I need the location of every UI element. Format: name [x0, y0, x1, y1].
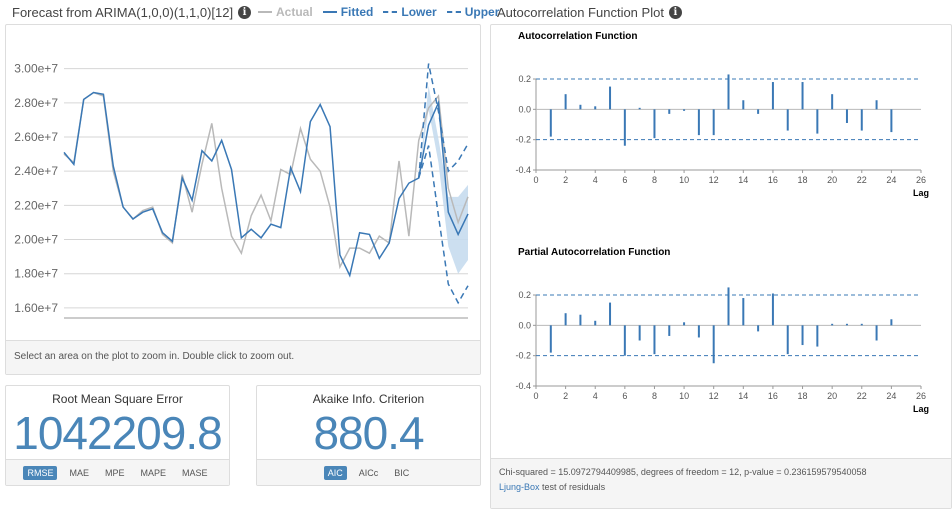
x-tick-label: 10	[679, 175, 689, 185]
x-tick-label: 8	[652, 391, 657, 401]
y-tick-label: 0.2	[518, 74, 531, 84]
forecast-legend: Actual Fitted Lower Upper	[258, 5, 499, 19]
y-tick-label: 2.60e+7	[14, 130, 58, 144]
x-tick-label: 26	[916, 175, 926, 185]
y-tick-label: 2.20e+7	[14, 198, 58, 212]
aic-tabs: AIC AICc BIC	[257, 459, 480, 485]
metric-tab-mpe[interactable]: MPE	[101, 466, 129, 480]
legend-fitted[interactable]: Fitted	[341, 5, 374, 19]
y-tick-label: 3.00e+7	[14, 62, 58, 76]
x-tick-label: 2	[563, 175, 568, 185]
fitted-swatch	[322, 11, 337, 13]
y-tick-label: -0.2	[515, 351, 531, 361]
metric-tab-aicc[interactable]: AICc	[355, 466, 383, 480]
forecast-chart[interactable]: 3.00e+7 2.80e+7 2.60e+7 2.40e+7 2.20e+7 2.00e…	[6, 25, 480, 340]
aic-value: 880.4	[313, 407, 424, 459]
actual-swatch	[258, 11, 272, 13]
y-tick-label: -0.2	[515, 135, 531, 145]
rmse-tabs: RMSE MAE MPE MAPE MASE	[6, 459, 229, 485]
x-tick-label: 14	[738, 391, 748, 401]
x-tick-label: 24	[886, 175, 896, 185]
x-tick-label: 14	[738, 175, 748, 185]
x-axis-label: Lag	[913, 404, 929, 414]
x-tick-label: 18	[798, 391, 808, 401]
forecast-footer: Select an area on the plot to zoom in. D…	[6, 340, 480, 374]
metric-tab-rmse[interactable]: RMSE	[23, 465, 58, 480]
x-tick-label: 6	[622, 391, 627, 401]
y-tick-label: 0.0	[518, 104, 531, 114]
x-tick-label: 6	[622, 175, 627, 185]
x-tick-label: 4	[593, 175, 598, 185]
y-tick-label: 1.60e+7	[14, 301, 58, 315]
x-tick-label: 16	[768, 175, 778, 185]
forecast-title: Forecast from ARIMA(1,0,0)(1,1,0)[12]	[12, 4, 234, 20]
x-tick-label: 20	[827, 391, 837, 401]
acf-chart-title: Partial Autocorrelation Function	[518, 247, 670, 258]
acf-footer: Chi-squared = 15.0972794409985, degrees …	[491, 458, 951, 508]
ljung-box-suffix: test of residuals	[539, 482, 606, 492]
y-tick-label: 2.40e+7	[14, 164, 58, 178]
x-tick-label: 12	[709, 175, 719, 185]
y-tick-label: -0.4	[515, 165, 531, 175]
ljung-box-stats: Chi-squared = 15.0972794409985, degrees …	[499, 467, 867, 477]
legend-actual[interactable]: Actual	[276, 5, 313, 19]
y-tick-label: -0.4	[515, 381, 531, 391]
fitted-series	[63, 91, 469, 278]
info-icon[interactable]: i	[238, 5, 252, 19]
rmse-title: Root Mean Square Error	[52, 392, 183, 406]
metric-tab-mae[interactable]: MAE	[65, 466, 93, 480]
forecast-header: Forecast from ARIMA(1,0,0)(1,1,0)[12] i	[12, 0, 252, 24]
y-tick-label: 0.2	[518, 290, 531, 300]
x-tick-label: 0	[533, 175, 538, 185]
x-tick-label: 2	[563, 391, 568, 401]
x-tick-label: 10	[679, 391, 689, 401]
rmse-box: Root Mean Square Error 1042209.8 RMSE MAE…	[5, 385, 230, 486]
x-tick-label: 22	[857, 175, 867, 185]
y-tick-label: 2.00e+7	[14, 233, 58, 247]
ljung-box-link[interactable]: Ljung-Box	[499, 482, 540, 492]
x-tick-label: 20	[827, 175, 837, 185]
metric-tab-aic[interactable]: AIC	[323, 465, 347, 480]
x-axis-label: Lag	[913, 188, 929, 198]
metric-tab-mape[interactable]: MAPE	[137, 466, 171, 480]
info-icon[interactable]: i	[668, 5, 682, 19]
rmse-value: 1042209.8	[13, 407, 222, 459]
acf-header: Autocorrelation Function Plot i	[497, 0, 682, 24]
x-tick-label: 24	[886, 391, 896, 401]
actual-series	[63, 91, 469, 270]
lower-swatch	[383, 11, 398, 13]
upper-swatch	[446, 11, 461, 13]
legend-lower[interactable]: Lower	[401, 5, 436, 19]
acf-chart-title: Autocorrelation Function	[518, 31, 637, 42]
y-tick-label: 0.0	[518, 320, 531, 330]
forecast-panel: 3.00e+7 2.80e+7 2.60e+7 2.40e+7 2.20e+7 2.00e…	[5, 24, 481, 375]
y-tick-label: 2.80e+7	[14, 96, 58, 110]
ljung-box-note: Ljung-Box test of residuals	[499, 480, 951, 495]
aic-title: Akaike Info. Criterion	[312, 392, 425, 406]
x-tick-label: 26	[916, 391, 926, 401]
metric-tab-bic[interactable]: BIC	[390, 466, 413, 480]
x-tick-label: 4	[593, 391, 598, 401]
metric-tab-mase[interactable]: MASE	[178, 466, 212, 480]
x-tick-label: 12	[709, 391, 719, 401]
acf-panel: Autocorrelation Function 0.2 0.0 -0.2 -0.4 0 2…	[490, 24, 952, 509]
x-tick-label: 8	[652, 175, 657, 185]
x-tick-label: 18	[798, 175, 808, 185]
x-tick-label: 16	[768, 391, 778, 401]
acf-charts[interactable]: Autocorrelation Function0.20.0-0.2-0.40 2…	[491, 25, 951, 455]
aic-box: Akaike Info. Criterion 880.4 AIC AICc BIC	[256, 385, 481, 486]
legend-upper[interactable]: Upper	[465, 5, 500, 19]
x-tick-label: 22	[857, 391, 867, 401]
acf-panel-title: Autocorrelation Function Plot	[497, 4, 664, 20]
y-tick-label: 1.80e+7	[14, 267, 58, 281]
x-tick-label: 0	[533, 391, 538, 401]
